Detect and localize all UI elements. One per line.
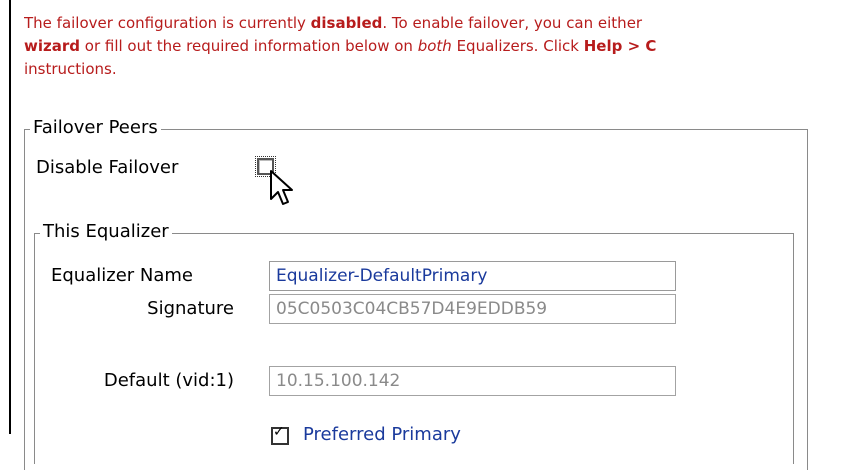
default-vid-ip-field: 10.15.100.142 xyxy=(269,366,676,396)
failover-status-notice: The failover configuration is currently … xyxy=(24,12,843,81)
preferred-primary-checkbox[interactable] xyxy=(271,424,289,445)
help-menu-reference: Help > C xyxy=(583,37,657,55)
disable-failover-label: Disable Failover xyxy=(36,157,179,178)
left-border-rule xyxy=(9,0,11,434)
mouse-pointer-icon xyxy=(270,170,293,205)
notice-disabled-word: disabled xyxy=(310,14,383,32)
signature-field: 05C0503C04CB57D4E9EDDB59 xyxy=(269,294,676,324)
notice-line-3: instructions. xyxy=(24,60,117,78)
notice-line-1: The failover configuration is currently … xyxy=(24,14,643,32)
equalizer-name-label: Equalizer Name xyxy=(51,265,193,286)
signature-label: Signature xyxy=(147,298,234,319)
notice-line-2: wizard or fill out the required informat… xyxy=(24,37,657,55)
default-vid-label: Default (vid:1) xyxy=(103,370,234,391)
failover-peers-legend: Failover Peers xyxy=(30,118,161,138)
wizard-link[interactable]: wizard xyxy=(24,37,80,55)
preferred-primary-label: Preferred Primary xyxy=(303,424,461,445)
this-equalizer-legend: This Equalizer xyxy=(40,222,172,242)
equalizer-name-input[interactable]: Equalizer-DefaultPrimary xyxy=(269,261,676,291)
